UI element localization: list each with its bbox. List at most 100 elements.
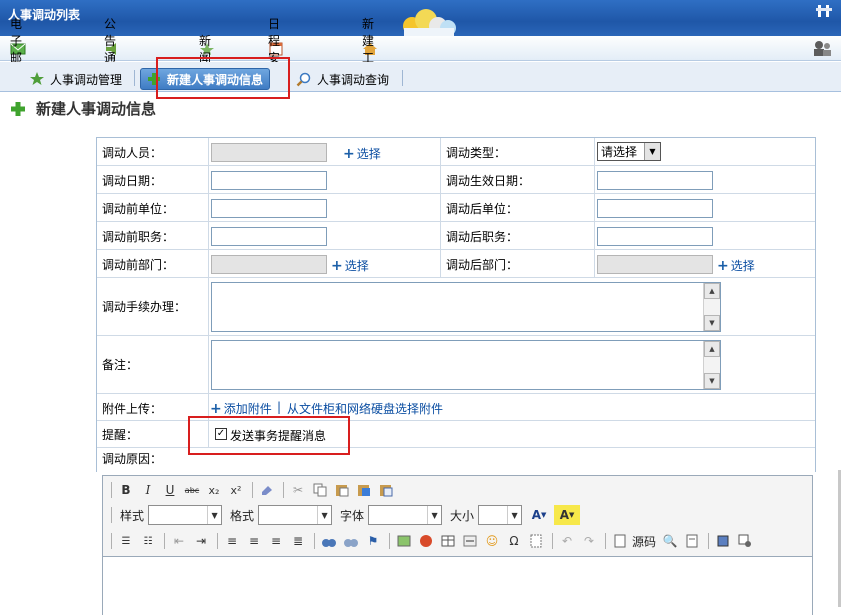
redo-icon[interactable]: ↷	[579, 531, 599, 551]
show-blocks-icon[interactable]	[735, 531, 755, 551]
scrollbar[interactable]: ▲ ▼	[703, 283, 720, 331]
before-unit-input[interactable]	[211, 199, 327, 218]
before-position-input[interactable]	[211, 227, 327, 246]
procedure-textarea[interactable]: ▲ ▼	[211, 282, 721, 332]
effective-date-input[interactable]	[597, 171, 713, 190]
flash-icon[interactable]	[416, 531, 436, 551]
indent-icon[interactable]: ⇥	[191, 531, 211, 551]
copy-icon[interactable]	[310, 480, 330, 500]
scroll-up-icon[interactable]: ▲	[704, 341, 720, 357]
source-icon[interactable]	[610, 531, 630, 551]
text-color-icon[interactable]: A ▼	[526, 505, 552, 525]
before-dept-label: 调动前部门：	[102, 258, 175, 272]
date-input[interactable]	[211, 171, 327, 190]
after-unit-label: 调动后单位：	[446, 202, 519, 216]
rich-text-editor: B I U abc x₂ x² ✂ 样式 ▼ 格式 ▼ 字体 ▼ 大小 ▼ A ▼…	[102, 475, 813, 616]
table-icon[interactable]	[438, 531, 458, 551]
underline-icon[interactable]: U	[160, 480, 180, 500]
after-unit-input[interactable]	[597, 199, 713, 218]
toolbar-separator	[708, 533, 710, 549]
align-right-icon[interactable]: ≡	[266, 531, 286, 551]
remark-label: 备注：	[102, 358, 139, 372]
from-cabinet-link[interactable]: 从文件柜和网络硬盘选择附件	[287, 400, 443, 417]
add-attachment-link[interactable]: + 添加附件	[210, 400, 272, 417]
scrollbar[interactable]: ▲ ▼	[703, 341, 720, 389]
subscript-icon[interactable]: x₂	[204, 480, 224, 500]
undo-icon[interactable]: ↶	[557, 531, 577, 551]
toolbar-separator	[314, 533, 315, 549]
cloud-decoration-icon	[403, 9, 456, 36]
after-dept-input[interactable]	[597, 255, 713, 274]
superscript-icon[interactable]: x²	[226, 480, 246, 500]
bg-color-icon[interactable]: A ▼	[554, 505, 581, 525]
cut-icon[interactable]: ✂	[288, 480, 308, 500]
attachment-label: 附件上传：	[102, 402, 163, 416]
link-icon[interactable]	[319, 531, 339, 551]
numbered-list-icon[interactable]: ☰	[116, 531, 136, 551]
outdent-icon[interactable]: ⇤	[169, 531, 189, 551]
align-justify-icon[interactable]: ≣	[288, 531, 308, 551]
menu-item-notice[interactable]: 公告通知	[104, 17, 120, 82]
align-left-icon[interactable]: ≡	[222, 531, 242, 551]
form-row-position: 调动前职务： 调动后职务：	[97, 222, 815, 250]
scroll-down-icon[interactable]: ▼	[704, 315, 720, 331]
menu-item-email[interactable]: 电子邮件	[10, 17, 26, 82]
source-button[interactable]: 源码	[632, 533, 656, 550]
paste-word-icon[interactable]	[376, 480, 396, 500]
templates-icon[interactable]	[682, 531, 702, 551]
after-position-label: 调动后职务：	[446, 230, 519, 244]
horizontal-rule-icon[interactable]	[460, 531, 480, 551]
select-person-link[interactable]: + 选择	[343, 145, 381, 162]
bold-icon[interactable]: B	[116, 480, 136, 500]
maximize-icon[interactable]	[713, 531, 733, 551]
remark-textarea[interactable]: ▲ ▼	[211, 340, 721, 390]
anchor-icon[interactable]: ⚑	[363, 531, 383, 551]
image-icon[interactable]	[394, 531, 414, 551]
smiley-icon[interactable]: ☺	[482, 531, 502, 551]
paste-text-icon[interactable]	[354, 480, 374, 500]
remind-label: 提醒：	[102, 428, 139, 442]
bulleted-list-icon[interactable]: ☷	[138, 531, 158, 551]
select-after-dept-link[interactable]: + 选择	[717, 257, 755, 274]
after-position-input[interactable]	[597, 227, 713, 246]
plus-icon: +	[717, 257, 729, 274]
font-label: 字体	[340, 508, 365, 523]
tab-transfer-query[interactable]: 人事调动查询	[296, 68, 389, 90]
plus-icon	[11, 101, 25, 116]
menu-item-new-work[interactable]: 新建工作	[362, 17, 378, 82]
person-input[interactable]	[211, 143, 327, 162]
eraser-icon[interactable]	[257, 480, 277, 500]
menu-item-news[interactable]: 新闻	[199, 34, 215, 65]
toolbar-grip	[111, 507, 112, 523]
form-row-person: 调动人员： + 选择 调动类型： 请选择 ▼	[97, 138, 815, 166]
scroll-up-icon[interactable]: ▲	[704, 283, 720, 299]
italic-icon[interactable]: I	[138, 480, 158, 500]
before-position-label: 调动前职务：	[102, 230, 175, 244]
editor-content-area[interactable]	[103, 556, 812, 616]
tools-icon[interactable]	[815, 3, 833, 19]
special-char-icon[interactable]: Ω	[504, 531, 524, 551]
procedure-label: 调动手续办理：	[102, 300, 187, 314]
align-center-icon[interactable]: ≡	[244, 531, 264, 551]
scroll-down-icon[interactable]: ▼	[704, 373, 720, 389]
preview-icon[interactable]: 🔍	[660, 531, 680, 551]
after-dept-label: 调动后部门：	[446, 258, 519, 272]
select-before-dept-link[interactable]: + 选择	[331, 257, 369, 274]
users-icon[interactable]	[812, 40, 834, 57]
style-combo[interactable]: ▼	[148, 505, 223, 525]
format-combo[interactable]: ▼	[258, 505, 333, 525]
page-break-icon[interactable]	[526, 531, 546, 551]
tab-transfer-management[interactable]: 人事调动管理	[30, 68, 122, 90]
plus-icon: +	[343, 145, 355, 162]
paste-icon[interactable]	[332, 480, 352, 500]
before-dept-input[interactable]	[211, 255, 327, 274]
size-combo[interactable]: ▼	[478, 505, 523, 525]
transfer-type-select[interactable]: 请选择 ▼	[597, 142, 661, 161]
strikethrough-icon[interactable]: abc	[182, 480, 202, 500]
toolbar-separator	[164, 533, 165, 549]
unlink-icon[interactable]	[341, 531, 361, 551]
font-combo[interactable]: ▼	[368, 505, 443, 525]
editor-toolbar-row-3: ☰ ☷ ⇤ ⇥ ≡ ≡ ≡ ≣ ⚑ ☺ Ω ↶ ↷ 源码 🔍	[107, 530, 757, 552]
menu-item-calendar[interactable]: 日程安排	[268, 17, 284, 82]
chevron-down-icon: ▼	[427, 506, 441, 524]
